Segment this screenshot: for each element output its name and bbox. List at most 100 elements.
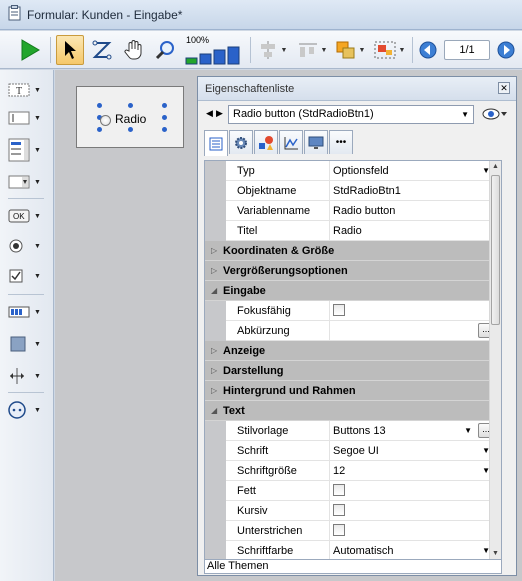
property-value-cell[interactable] — [329, 521, 496, 541]
text-field-tool-button[interactable]: ▼ — [8, 106, 50, 130]
tab-settings[interactable] — [229, 130, 253, 154]
connector-tool-button[interactable] — [88, 35, 116, 65]
tab-all-properties[interactable] — [204, 130, 228, 156]
property-checkbox[interactable] — [333, 484, 345, 496]
property-checkbox[interactable] — [333, 504, 345, 516]
property-row[interactable]: Fett — [205, 481, 496, 501]
property-value-cell[interactable]: Radio button — [329, 201, 496, 221]
object-selector-dropdown[interactable]: Radio button (StdRadioBtn1) ▼ — [228, 105, 474, 124]
view-options-button[interactable] — [482, 107, 508, 124]
property-value-cell[interactable]: Optionsfeld ▼ — [329, 161, 496, 181]
expand-triangle-icon[interactable]: ▷ — [211, 266, 217, 275]
radio-button-circle[interactable] — [100, 115, 111, 126]
property-row[interactable]: Objektname StdRadioBtn1 — [205, 181, 496, 201]
button-tool-button[interactable]: OK ▼ — [8, 204, 50, 228]
property-value-cell[interactable]: Automatisch ▼ — [329, 541, 496, 559]
property-category-row[interactable]: ▷ Darstellung — [205, 361, 496, 381]
distribute-button[interactable]: ▼ — [294, 35, 330, 65]
property-category-row[interactable]: ▷ Hintergrund und Rahmen — [205, 381, 496, 401]
list-tool-button[interactable]: ▼ — [8, 136, 50, 164]
property-value-cell[interactable]: Radio — [329, 221, 496, 241]
category-label: Eingabe — [223, 285, 266, 297]
selection-handle[interactable] — [97, 103, 102, 108]
property-row[interactable]: Typ Optionsfeld ▼ — [205, 161, 496, 181]
pointer-tool-button[interactable] — [56, 35, 84, 65]
property-checkbox[interactable] — [333, 524, 345, 536]
arrow-right-icon[interactable]: ▶ — [216, 108, 223, 119]
property-name: Unterstrichen — [237, 525, 303, 537]
web-object-tool-button[interactable]: ▼ — [8, 398, 50, 422]
selection-handle[interactable] — [162, 103, 167, 108]
chevron-down-icon: ▼ — [34, 308, 41, 316]
arrange-button[interactable]: ▼ — [332, 35, 368, 65]
chevron-down-icon: ▼ — [34, 178, 41, 186]
property-value-cell[interactable]: Buttons 13 ▼... — [329, 421, 496, 441]
align-button[interactable]: ▼ — [254, 35, 290, 65]
property-row[interactable]: Unterstrichen — [205, 521, 496, 541]
property-checkbox[interactable] — [333, 304, 345, 316]
radio-tool-button[interactable]: ▼ — [8, 234, 50, 258]
selection-handle[interactable] — [97, 127, 102, 132]
category-label: Vergrößerungsoptionen — [223, 265, 348, 277]
property-row[interactable]: Abkürzung... — [205, 321, 496, 341]
property-value-cell[interactable]: 12 ▼ — [329, 461, 496, 481]
close-icon[interactable]: ✕ — [498, 82, 510, 94]
selection-handle[interactable] — [162, 127, 167, 132]
previous-page-button[interactable] — [416, 35, 440, 65]
combo-tool-button[interactable]: ▼ — [8, 170, 50, 194]
property-value-cell[interactable] — [329, 501, 496, 521]
checkbox-tool-button[interactable]: ▼ — [8, 264, 50, 288]
vertical-scrollbar[interactable]: ▲ ▼ — [489, 161, 501, 559]
property-row[interactable]: Schriftfarbe Automatisch ▼ — [205, 541, 496, 559]
arrow-left-icon[interactable]: ◀ — [206, 108, 213, 119]
property-value-cell[interactable] — [329, 301, 496, 321]
text-tool-button[interactable]: T ▼ — [8, 78, 50, 102]
tab-objects[interactable] — [254, 130, 278, 154]
rectangle-tool-button[interactable]: ▼ — [8, 332, 50, 356]
property-row[interactable]: Stilvorlage Buttons 13 ▼... — [205, 421, 496, 441]
progress-tool-button[interactable]: ▼ — [8, 300, 50, 324]
selection-handle[interactable] — [162, 115, 167, 120]
property-value-cell[interactable]: Segoe UI ▼ — [329, 441, 496, 461]
property-value-cell[interactable]: StdRadioBtn1 — [329, 181, 496, 201]
row-gutter — [205, 421, 226, 441]
property-row[interactable]: Schriftgröße 12 ▼ — [205, 461, 496, 481]
chevron-down-icon: ▼ — [320, 46, 328, 54]
expand-triangle-icon[interactable]: ▷ — [211, 346, 217, 355]
tab-more[interactable]: ••• — [329, 130, 353, 154]
property-category-row[interactable]: ▷ Anzeige — [205, 341, 496, 361]
run-button[interactable] — [16, 35, 44, 65]
property-category-row[interactable]: ◢ Text — [205, 401, 496, 421]
collapse-triangle-icon[interactable]: ◢ — [211, 286, 217, 295]
expand-triangle-icon[interactable]: ▷ — [211, 246, 217, 255]
hand-tool-button[interactable] — [120, 35, 148, 65]
property-value-cell[interactable] — [329, 481, 496, 501]
chevron-down-icon[interactable]: ▼ — [464, 426, 472, 435]
collapse-triangle-icon[interactable]: ◢ — [211, 406, 217, 415]
line-tool-button[interactable]: ▼ — [8, 364, 50, 388]
scrollbar-thumb[interactable] — [491, 175, 500, 325]
tab-chart[interactable] — [279, 130, 303, 154]
property-row[interactable]: Variablenname Radio button — [205, 201, 496, 221]
property-category-row[interactable]: ◢ Eingabe — [205, 281, 496, 301]
selection-handle[interactable] — [128, 103, 133, 108]
scroll-down-icon[interactable]: ▼ — [492, 550, 499, 557]
property-category-row[interactable]: ▷ Koordinaten & Größe — [205, 241, 496, 261]
property-row[interactable]: Schrift Segoe UI ▼ — [205, 441, 496, 461]
zoom-tool-button[interactable] — [152, 35, 180, 65]
expand-triangle-icon[interactable]: ▷ — [211, 386, 217, 395]
form-object-radio[interactable]: Radio — [76, 86, 184, 148]
group-button[interactable]: ▼ — [370, 35, 408, 65]
expand-triangle-icon[interactable]: ▷ — [211, 366, 217, 375]
property-row[interactable]: Kursiv — [205, 501, 496, 521]
next-page-button[interactable] — [494, 35, 518, 65]
tab-display[interactable] — [304, 130, 328, 154]
scroll-up-icon[interactable]: ▲ — [492, 163, 499, 170]
property-value-cell[interactable]: ... — [329, 321, 496, 341]
property-category-row[interactable]: ▷ Vergrößerungsoptionen — [205, 261, 496, 281]
selection-handle[interactable] — [128, 127, 133, 132]
zoom-level-control[interactable]: 100% — [184, 35, 246, 65]
page-indicator-field[interactable]: 1/1 — [442, 35, 492, 65]
property-row[interactable]: Fokusfähig — [205, 301, 496, 321]
property-row[interactable]: Titel Radio — [205, 221, 496, 241]
